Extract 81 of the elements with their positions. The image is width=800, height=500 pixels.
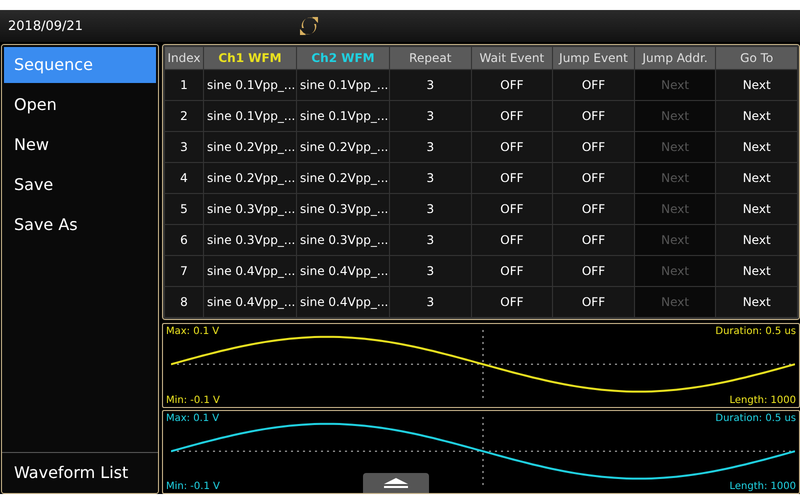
column-header: Index (164, 46, 204, 70)
table-cell[interactable]: OFF (471, 162, 553, 194)
table-cell[interactable]: OFF (471, 194, 553, 224)
table-cell[interactable]: sine 0.4Vpp_... (296, 256, 390, 286)
table-cell[interactable]: 2 (164, 100, 204, 132)
sync-icon[interactable] (297, 14, 321, 38)
table-cell[interactable]: 6 (164, 224, 204, 256)
table-cell[interactable]: sine 0.1Vpp_... (204, 70, 296, 100)
table-cell[interactable]: sine 0.3Vpp_... (204, 224, 296, 256)
length-label: Length: 1000 (730, 481, 796, 492)
menu-item[interactable]: Open (4, 87, 156, 123)
min-label: Min: -0.1 V (166, 394, 220, 406)
column-header: Ch2 WFM (296, 46, 390, 70)
duration-label: Duration: 0.5 us (715, 412, 796, 424)
table-cell[interactable]: sine 0.3Vpp_... (296, 194, 390, 224)
table-cell[interactable]: sine 0.2Vpp_... (296, 162, 390, 194)
column-header: Ch1 WFM (204, 46, 296, 70)
table-cell[interactable]: 3 (164, 132, 204, 162)
table-cell[interactable]: Next (716, 70, 798, 100)
table-cell[interactable]: 8 (164, 286, 204, 318)
menu-item[interactable]: Save (4, 167, 156, 203)
table-cell[interactable]: 3 (390, 100, 472, 132)
table-cell[interactable]: 7 (164, 256, 204, 286)
column-header: Go To (716, 46, 798, 70)
table-cell[interactable]: OFF (552, 70, 634, 100)
table-cell[interactable]: sine 0.1Vpp_... (204, 100, 296, 132)
column-header: Repeat (390, 46, 472, 70)
table-cell[interactable]: sine 0.2Vpp_... (296, 132, 390, 162)
table-cell[interactable]: OFF (552, 194, 634, 224)
table-cell[interactable]: Next (716, 224, 798, 256)
table-cell[interactable]: sine 0.4Vpp_... (296, 286, 390, 318)
table-cell[interactable]: sine 0.4Vpp_... (204, 286, 296, 318)
table-cell[interactable]: 3 (390, 162, 472, 194)
table-cell[interactable]: Next (716, 286, 798, 318)
max-label: Max: 0.1 V (166, 412, 220, 424)
column-header: Wait Event (471, 46, 553, 70)
column-header: Jump Event (552, 46, 634, 70)
date-label: 2018/09/21 (8, 18, 83, 34)
min-label: Min: -0.1 V (166, 481, 220, 492)
table-cell[interactable]: sine 0.3Vpp_... (296, 224, 390, 256)
table-cell[interactable]: Next (716, 162, 798, 194)
table-cell[interactable]: sine 0.4Vpp_... (204, 256, 296, 286)
table-cell[interactable]: OFF (471, 224, 553, 256)
table-cell[interactable]: 3 (390, 194, 472, 224)
table-cell[interactable]: sine 0.3Vpp_... (204, 194, 296, 224)
table-cell[interactable]: sine 0.2Vpp_... (204, 162, 296, 194)
table-cell[interactable]: OFF (471, 256, 553, 286)
table-cell[interactable]: OFF (471, 100, 553, 132)
table-cell[interactable]: OFF (552, 256, 634, 286)
collapse-button[interactable] (363, 473, 429, 493)
table-cell[interactable]: 3 (390, 286, 472, 318)
table-cell[interactable]: sine 0.2Vpp_... (204, 132, 296, 162)
table-cell[interactable]: 3 (390, 132, 472, 162)
table-cell[interactable]: 3 (390, 70, 472, 100)
table-cell[interactable]: Next (716, 100, 798, 132)
length-label: Length: 1000 (730, 394, 796, 406)
table-cell[interactable]: 1 (164, 70, 204, 100)
max-label: Max: 0.1 V (166, 326, 220, 337)
eject-icon (381, 477, 411, 489)
column-header: Jump Addr. (634, 46, 716, 70)
duration-label: Duration: 0.5 us (715, 326, 796, 337)
table-cell[interactable]: Next (716, 194, 798, 224)
table-cell[interactable]: sine 0.1Vpp_... (296, 70, 390, 100)
table-cell[interactable]: OFF (552, 162, 634, 194)
table-cell[interactable]: OFF (471, 286, 553, 318)
table-cell[interactable]: OFF (552, 132, 634, 162)
table-cell[interactable]: OFF (552, 100, 634, 132)
table-cell[interactable]: Next (716, 132, 798, 162)
menu-item[interactable]: Waveform List (4, 455, 156, 491)
table-cell[interactable]: OFF (471, 132, 553, 162)
table-cell[interactable]: 3 (390, 256, 472, 286)
table-cell[interactable]: OFF (552, 224, 634, 256)
table-cell[interactable]: OFF (471, 70, 553, 100)
table-cell[interactable]: Next (716, 256, 798, 286)
table-cell[interactable]: 4 (164, 162, 204, 194)
menu-item[interactable]: New (4, 127, 156, 163)
table-cell[interactable]: 5 (164, 194, 204, 224)
menu-item[interactable]: Save As (4, 207, 156, 243)
table-cell[interactable]: OFF (552, 286, 634, 318)
table-cell[interactable]: 3 (390, 224, 472, 256)
table-cell[interactable]: sine 0.1Vpp_... (296, 100, 390, 132)
